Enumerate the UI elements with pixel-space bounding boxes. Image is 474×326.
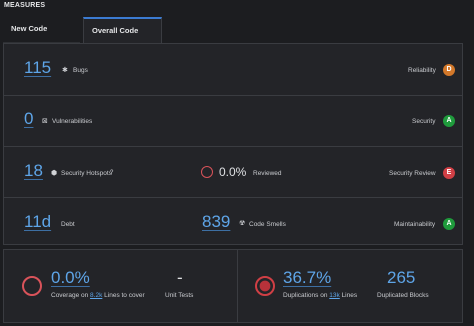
unit-tests-label: Unit Tests [165,292,194,299]
duplications-caption: Duplications on 13k Lines [283,292,357,299]
reviewed-percentage[interactable]: 0.0% [219,165,246,179]
tab-new-code[interactable]: New Code [3,17,80,43]
lock-icon: ⊠ [42,118,48,125]
section-divider [237,250,238,322]
maintainability-rating[interactable]: A [443,218,455,230]
duplications-lines-link[interactable]: 13k [329,292,339,299]
coverage-ring [22,276,42,296]
hotspots-count[interactable]: 18 [24,161,43,181]
coverage-percentage[interactable]: 0.0% [51,268,90,288]
code-smells-count[interactable]: 839 [202,212,230,232]
debt-label: Debt [61,221,75,228]
shield-icon: ⬢ [51,170,58,177]
duplications-ring [255,276,275,296]
coverage-caption: Coverage on 8.2k Lines to cover [51,292,145,299]
coverage-suffix: Lines to cover [104,292,145,299]
coverage-prefix: Coverage on [51,292,89,299]
reviewed-ring [201,166,213,178]
security-review-label: Security Review [389,170,436,177]
duplicated-blocks-count[interactable]: 265 [387,268,415,288]
reviewed-label: Reviewed [253,170,282,177]
vulnerabilities-label: Vulnerabilities [52,118,93,125]
duplicated-blocks-label: Duplicated Blocks [377,292,429,299]
security-rating[interactable]: A [443,115,455,127]
duplications-suffix: Lines [341,292,358,299]
divider [4,197,462,198]
reliability-rating[interactable]: D [443,64,455,76]
tab-overall-code[interactable]: Overall Code [83,17,162,43]
measures-widget: MEASURES New Code Overall Code 115 ✱ Bug… [0,0,474,326]
security-label: Security [412,118,436,125]
unit-tests-value[interactable]: - [177,268,183,288]
divider [4,146,462,147]
coverage-duplications-panel: 0.0% Coverage on 8.2k Lines to cover - U… [3,249,463,323]
vulnerabilities-count[interactable]: 0 [24,109,33,129]
help-icon[interactable]: ? [110,170,113,177]
metrics-panel: 115 ✱ Bugs Reliability D 0 ⊠ Vulnerabili… [3,43,463,245]
duplications-prefix: Duplications on [283,292,328,299]
coverage-lines-link[interactable]: 8.2k [90,292,102,299]
smell-icon: ☢ [239,220,246,227]
bugs-count[interactable]: 115 [24,58,51,78]
code-smells-label: Code Smells [249,221,286,228]
hotspots-label: Security Hotspots [61,170,112,177]
bug-icon: ✱ [62,67,68,74]
bugs-label: Bugs [73,67,88,74]
maintainability-label: Maintainability [394,221,436,228]
duplications-percentage[interactable]: 36.7% [283,268,331,288]
debt-value[interactable]: 11d [24,212,51,232]
security-review-rating[interactable]: E [443,167,455,179]
divider [4,95,462,96]
section-title: MEASURES [4,2,46,9]
reliability-label: Reliability [408,67,436,74]
